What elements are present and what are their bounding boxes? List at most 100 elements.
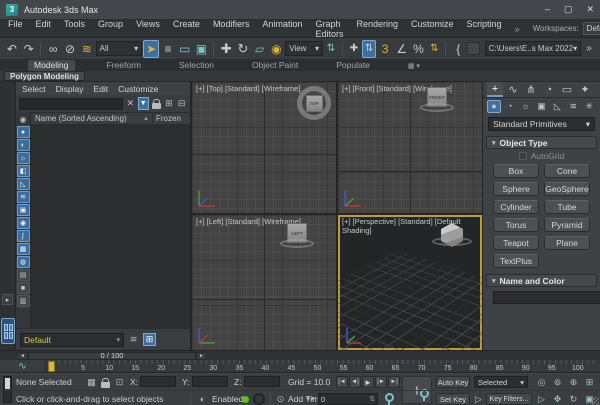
percent-snap-toggle[interactable]: % [411,40,427,58]
current-frame-field[interactable]: 0 ⇅ [318,393,378,405]
menu-modifiers[interactable]: Modifiers [213,19,250,39]
key-selection-dropdown[interactable]: Selected ▾ [474,376,528,388]
scene-explorer-list[interactable]: ◉ ● ◐ ☼ ◧ ◺ ≋ ▣ ◉ ∫ ▦ ◍ ▤ ■ ▥ [16,112,190,328]
menu-overflow-button[interactable]: » [515,24,520,34]
tab-motion-icon[interactable]: ◔ [541,82,557,97]
explorer-menu-customize[interactable]: Customize [118,84,158,94]
autogrid-checkbox[interactable] [518,152,527,160]
object-type-rollout-header[interactable]: ▾ Object Type [486,136,597,149]
menu-file[interactable]: File [8,19,23,39]
layers-icon[interactable]: ≋ [127,333,140,346]
key-filter-paw-icon[interactable]: ▷ [472,393,485,405]
object-name-field[interactable] [493,291,600,304]
key-filters-button[interactable]: Key Filters... [486,393,532,405]
category-lights-icon[interactable]: ☼ [519,100,533,113]
category-spacewarps-icon[interactable]: ≋ [566,100,580,113]
object-type-button-plane[interactable]: Plane [544,236,590,250]
next-frame-button[interactable]: ► [196,351,207,360]
viewcube-top[interactable]: TOP [297,86,331,120]
selection-lock-region-icon[interactable]: ▦ [85,376,98,388]
name-and-color-rollout-header[interactable]: ▾ Name and Color [486,274,597,287]
zoom-icon[interactable]: ◎ [534,376,549,388]
go-to-start-button[interactable]: |◄ [336,376,348,388]
z-coordinate-field[interactable] [244,376,280,387]
viewcube-left[interactable]: LEFT [280,223,314,248]
menu-views[interactable]: Views [136,19,160,39]
select-and-place-button[interactable]: ◉ [269,40,285,58]
workspace-dropdown[interactable]: Default ▾ [582,22,600,35]
collapse-tree-icon[interactable]: ⊟ [176,97,187,110]
menu-edit[interactable]: Edit [36,19,52,39]
viewport-top-label[interactable]: [+] [Top] [Standard] [Wireframe] [196,84,300,93]
time-ruler-track[interactable]: 5 10 15 20 25 30 35 40 45 50 55 60 65 70 75 80 85 90 95 100 [46,360,600,372]
play-button[interactable]: ► [362,376,374,388]
category-geometry-icon[interactable]: ● [487,99,501,113]
menu-animation[interactable]: Animation [262,19,302,39]
field-of-view-icon[interactable]: ▷ [534,393,549,405]
clear-search-icon[interactable]: ✕ [125,97,136,110]
object-type-button-cone[interactable]: Cone [544,164,590,178]
explorer-menu-display[interactable]: Display [56,84,84,94]
menu-graph-editors[interactable]: Graph Editors [315,19,343,39]
previous-key-button[interactable]: ◄| [349,376,361,388]
explorer-menu-select[interactable]: Select [22,84,46,94]
viewcube-perspective[interactable] [432,223,472,247]
display-toggle-icon-11[interactable]: ◍ [16,256,30,268]
y-coordinate-field[interactable] [192,376,228,387]
toolbar-overflow-button[interactable]: » [582,40,596,58]
display-toggle-icon-7[interactable]: ▣ [16,204,30,216]
selection-lock-toggle[interactable] [253,393,265,405]
next-key-button[interactable]: |► [375,376,387,388]
selection-lock-icon[interactable] [99,376,112,388]
frozen-column-header[interactable]: Frozen [152,114,190,123]
select-link-icon[interactable]: ∞ [45,40,61,58]
snaps-toggle-button[interactable]: ⇅ [361,39,377,58]
object-type-button-sphere[interactable]: Sphere [493,182,539,196]
ribbon-tab-modeling[interactable]: Modeling [28,60,75,71]
menu-group[interactable]: Group [98,19,123,39]
isolate-selection-icon[interactable]: ◐ [196,393,209,405]
select-by-name-button[interactable]: ≡ [160,40,176,58]
category-shapes-icon[interactable]: ◔ [503,100,517,113]
object-type-button-box[interactable]: Box [493,164,539,178]
display-toggle-icon-2[interactable]: ◐ [16,139,30,151]
expand-tree-icon[interactable]: ⊞ [164,97,175,110]
menu-rendering[interactable]: Rendering [357,19,399,39]
zoom-all-icon[interactable]: ⊚ [550,376,565,388]
viewcube-front[interactable]: FRONT [420,87,454,112]
display-toggle-icon-3[interactable]: ☼ [16,152,30,164]
zoom-extents-icon[interactable]: ⊕ [566,376,581,388]
menu-customize[interactable]: Customize [411,19,454,39]
viewport-perspective[interactable]: [+] [Perspective] [Standard] [Default Sh… [338,215,482,350]
name-column-header[interactable]: Name (Sorted Ascending) ▲ [32,114,152,123]
window-crossing-toggle[interactable]: ▣ [194,40,210,58]
category-systems-icon[interactable]: ✳ [582,100,596,113]
object-type-button-pyramid[interactable]: Pyramid [544,218,590,232]
viewport-layout-quad-button[interactable] [1,318,15,344]
auto-key-button[interactable]: Auto Key [436,376,470,388]
ribbon-tab-object-paint[interactable]: Object Paint [246,60,304,71]
display-option-icon-1[interactable]: ▤ [16,269,30,281]
object-type-button-geosphere[interactable]: GeoSphere [544,182,590,196]
ribbon-tab-selection[interactable]: Selection [173,60,220,71]
object-type-button-tube[interactable]: Tube [544,200,590,214]
display-toggle-icon-9[interactable]: ∫ [16,230,30,242]
display-toggle-icon-8[interactable]: ◉ [16,217,30,229]
reference-coordinate-dropdown[interactable]: View ▾ [285,41,323,56]
select-object-button[interactable]: ➤ [143,39,160,58]
explorer-menu-edit[interactable]: Edit [94,84,109,94]
ribbon-tab-populate[interactable]: Populate [330,60,376,71]
menu-tools[interactable]: Tools [64,19,85,39]
bind-to-spacewarp-icon[interactable]: ≋ [79,40,95,58]
angle-snap-toggle[interactable]: ∠ [394,40,410,58]
tab-utilities-icon[interactable]: ✦ [577,82,593,97]
viewport-front[interactable]: [+] [Front] [Standard] [Wireframe] FRONT [338,82,482,213]
previous-frame-button[interactable]: ◄ [17,351,28,360]
minimize-button[interactable]: – [545,4,550,15]
display-toggle-icon-6[interactable]: ≋ [16,191,30,203]
layer-hierarchy-icon[interactable]: ⊞ [143,333,156,346]
menu-create[interactable]: Create [173,19,200,39]
display-all-icon[interactable]: ◉ [17,113,30,125]
select-and-scale-button[interactable]: ▱ [252,40,268,58]
spinner-snap-toggle[interactable]: ⇅ [427,40,441,58]
